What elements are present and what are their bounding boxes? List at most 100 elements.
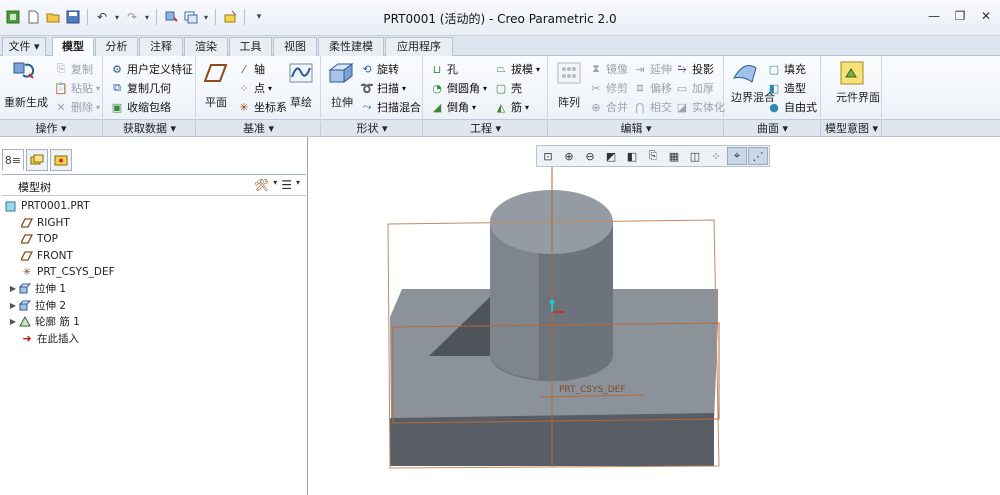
group-label-shapes[interactable]: 形状 ▾	[322, 121, 423, 136]
solidify-icon: ◪	[676, 100, 688, 114]
show-dropdown-icon[interactable]: ▾	[296, 178, 300, 192]
sketch-big-icon[interactable]	[287, 60, 315, 86]
hole-button[interactable]: ⊔ 孔	[430, 61, 458, 77]
swept-blend-button[interactable]: ⤳ 扫描混合	[360, 99, 421, 115]
point-button[interactable]: ⁘ 点 ▾	[237, 80, 272, 96]
regenerate-big-icon[interactable]	[10, 58, 38, 84]
settings-dropdown-icon[interactable]: ▾	[273, 178, 277, 192]
boundary-blend-button[interactable]: 边界混合	[731, 92, 775, 103]
boundary-blend-big-icon[interactable]	[731, 60, 759, 86]
tree-item-right[interactable]: RIGHT	[4, 215, 304, 232]
group-label-surfaces[interactable]: 曲面 ▾	[725, 121, 821, 136]
freestyle-icon: ●	[769, 100, 779, 114]
project-label: 投影	[692, 63, 714, 76]
solidify-label: 实体化	[692, 101, 725, 114]
tree-item-extrude-2[interactable]: ▶ 拉伸 2	[4, 297, 304, 314]
expand-icon[interactable]: ▶	[8, 301, 18, 310]
udf-button[interactable]: ⚙ 用户定义特征	[110, 61, 193, 77]
tab-file[interactable]: 文件 ▾	[2, 37, 46, 56]
project-button[interactable]: ⥲ 投影	[675, 61, 714, 77]
settings-icon[interactable]: 🛠	[254, 178, 269, 192]
model-tree-tab-icon[interactable]: 8≡	[2, 149, 24, 171]
paste-button[interactable]: 📋 粘贴 ▾	[54, 80, 100, 96]
hole-icon: ⊔	[432, 62, 442, 76]
tree-item-insert-here[interactable]: ➜ 在此插入	[4, 330, 304, 347]
copy-button[interactable]: ⎘ 复制	[54, 61, 93, 77]
rib-button[interactable]: ◭ 筋 ▾	[494, 99, 529, 115]
part-icon	[4, 200, 18, 212]
tab-model[interactable]: 模型	[52, 37, 94, 57]
shrinkwrap-button[interactable]: ▣ 收缩包络	[110, 99, 171, 115]
tab-annotate[interactable]: 注释	[139, 37, 183, 56]
group-editing: 阵列 ⧗ 镜像 ✂ 修剪 ⊕ 合并 ⇥ 延伸 ⧈ 偏移 ⋂ 相交 ⥲ 投影 ▭ 加厚 ◪ 实体化	[549, 56, 725, 120]
trim-button[interactable]: ✂ 修剪	[589, 80, 628, 96]
intersect-button[interactable]: ⋂ 相交	[633, 99, 672, 115]
extrude-big-icon[interactable]	[327, 60, 355, 86]
tab-flexible-modeling[interactable]: 柔性建模	[318, 37, 384, 56]
point-label: 点	[254, 82, 265, 95]
offset-button[interactable]: ⧈ 偏移	[633, 80, 673, 96]
trim-icon: ✂	[591, 81, 601, 95]
shell-button[interactable]: ▢ 壳	[494, 80, 522, 96]
graphics-window[interactable]: ⊡ ⊕ ⊖ ◩ ◧ ⎘ ▦ ◫ ⁘ ⌖ ⋰ PRT_CSYS_DEF	[309, 137, 1000, 495]
group-label-editing[interactable]: 编辑 ▾	[549, 121, 724, 136]
folder-browser-tab-icon[interactable]	[26, 149, 48, 171]
group-label-datum[interactable]: 基准 ▾	[197, 121, 321, 136]
expand-icon[interactable]: ▶	[8, 284, 18, 293]
style-button[interactable]: ◧ 造型	[767, 80, 806, 96]
csys-icon: ✳	[22, 266, 32, 278]
tree-item-rib-1[interactable]: ▶ 轮廓 筋 1	[4, 314, 304, 331]
thicken-button[interactable]: ▭ 加厚	[675, 80, 714, 96]
group-label-get-data[interactable]: 获取数据 ▾	[104, 121, 196, 136]
axis-button[interactable]: ⁄ 轴	[237, 61, 265, 77]
tree-item-part[interactable]: PRT0001.PRT	[4, 198, 304, 215]
pattern-button[interactable]: 阵列	[553, 94, 585, 110]
component-interface-button[interactable]: 元件界面	[836, 92, 880, 103]
expand-icon[interactable]: ▶	[8, 317, 18, 326]
fill-label: 填充	[784, 63, 806, 76]
style-icon: ◧	[768, 81, 780, 95]
chamfer-button[interactable]: ◢ 倒角 ▾	[430, 99, 476, 115]
pattern-big-icon[interactable]	[555, 60, 583, 86]
group-label-engineering[interactable]: 工程 ▾	[424, 121, 548, 136]
revolve-button[interactable]: ⟲ 旋转	[360, 61, 399, 77]
tab-tools[interactable]: 工具	[229, 37, 272, 56]
axis-icon: ⁄	[243, 62, 245, 76]
fill-button[interactable]: ▢ 填充	[767, 61, 806, 77]
tab-applications[interactable]: 应用程序	[385, 37, 453, 56]
plane-button[interactable]: 平面	[200, 94, 232, 110]
tab-analysis[interactable]: 分析	[95, 37, 138, 56]
minimize-icon[interactable]: —	[926, 8, 942, 24]
show-icon[interactable]: ☰	[281, 178, 292, 192]
extrude-button[interactable]: 拉伸	[326, 94, 358, 110]
tab-view[interactable]: 视图	[273, 37, 317, 56]
tree-item-extrude-1[interactable]: ▶ 拉伸 1	[4, 281, 304, 298]
draft-button[interactable]: ⏢ 拔模 ▾	[494, 61, 540, 77]
solidify-button[interactable]: ◪ 实体化	[675, 99, 725, 115]
tree-item-label: 轮廓 筋 1	[35, 316, 80, 329]
copy-geometry-button[interactable]: ⧉ 复制几何	[110, 80, 171, 96]
copy-icon: ⎘	[56, 62, 66, 75]
intersect-icon: ⋂	[635, 100, 645, 114]
favorites-tab-icon[interactable]	[50, 149, 72, 171]
plane-big-icon[interactable]	[202, 60, 230, 86]
component-interface-big-icon[interactable]	[838, 60, 866, 86]
sketch-button[interactable]: 草绘	[285, 94, 317, 110]
round-button[interactable]: ◔ 倒圆角 ▾	[430, 80, 487, 96]
mirror-button[interactable]: ⧗ 镜像	[589, 61, 628, 77]
tree-item-csys[interactable]: ✳ PRT_CSYS_DEF	[4, 264, 304, 281]
csys-button[interactable]: ✳ 坐标系	[237, 99, 287, 115]
merge-button[interactable]: ⊕ 合并	[589, 99, 628, 115]
restore-icon[interactable]: ❐	[952, 8, 968, 24]
tree-item-top[interactable]: TOP	[4, 231, 304, 248]
freestyle-button[interactable]: ● 自由式	[767, 99, 817, 115]
tree-item-front[interactable]: FRONT	[4, 248, 304, 265]
tab-render[interactable]: 渲染	[184, 37, 228, 56]
regenerate-button[interactable]: 重新生成	[4, 94, 48, 110]
extend-button[interactable]: ⇥ 延伸	[633, 61, 672, 77]
sweep-button[interactable]: ➰ 扫描 ▾	[360, 80, 406, 96]
group-label-model-intent[interactable]: 模型意图 ▾	[822, 121, 882, 136]
close-icon[interactable]: ✕	[978, 8, 994, 24]
delete-button[interactable]: ✕ 删除 ▾	[54, 99, 100, 115]
group-label-operations[interactable]: 操作 ▾	[0, 121, 103, 136]
